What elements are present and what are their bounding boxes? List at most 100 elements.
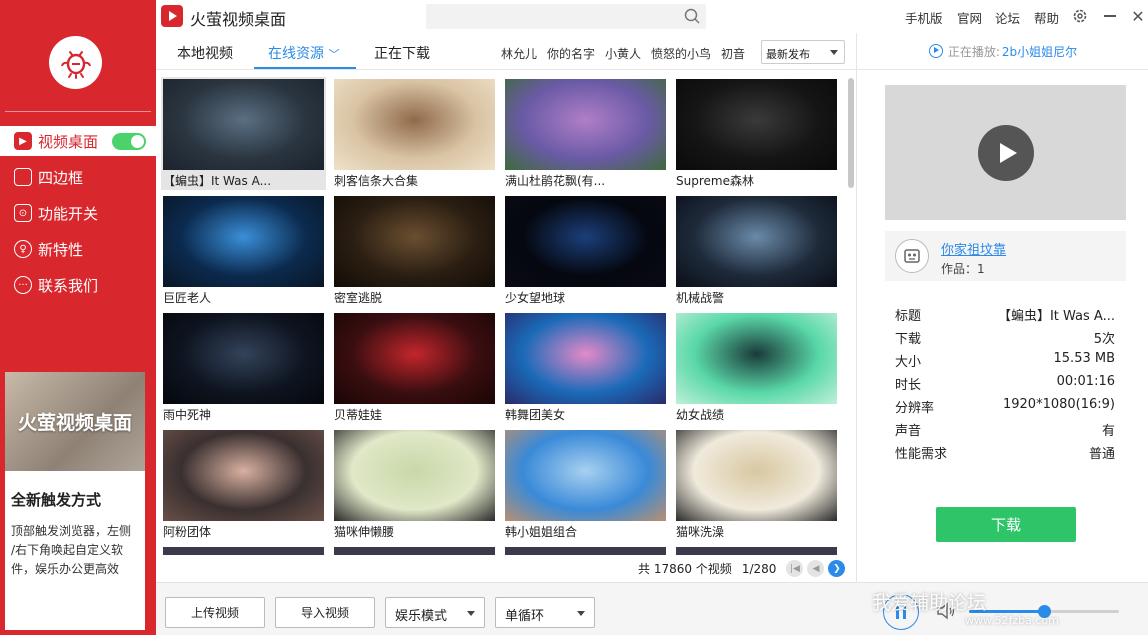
video-desktop-toggle[interactable]	[112, 133, 146, 150]
play-icon: ▶	[14, 132, 32, 150]
chevron-down-icon: ﹀	[328, 48, 340, 61]
tag-link[interactable]: 小黄人	[605, 45, 641, 62]
tab-bar: 本地视频 在线资源 ﹀ 正在下载 林允儿 你的名字 小黄人 愤怒的小鸟 初音 最…	[156, 33, 856, 70]
website-link[interactable]: 官网	[957, 8, 982, 27]
sidebar-item-border[interactable]: 四边框	[0, 162, 156, 192]
sort-select[interactable]: 最新发布	[761, 40, 845, 64]
video-preview[interactable]	[885, 85, 1126, 220]
video-thumbnail[interactable]	[676, 547, 837, 555]
play-icon[interactable]	[977, 124, 1034, 181]
gear-icon	[1073, 9, 1087, 23]
author-works: 作品：1	[941, 262, 985, 276]
video-thumbnail[interactable]	[163, 313, 324, 404]
sidebar-item-switches[interactable]: ⊙ 功能开关	[0, 198, 156, 228]
mode-select[interactable]: 娱乐模式	[385, 597, 485, 628]
tag-link[interactable]: 林允儿	[501, 45, 537, 62]
settings-button[interactable]	[1070, 6, 1090, 26]
prev-page-button[interactable]: ◀	[807, 560, 825, 577]
page-indicator: 1/280	[741, 561, 777, 576]
video-title[interactable]: 韩小姐姐组合	[505, 523, 666, 540]
video-title[interactable]: 雨中死神	[163, 406, 324, 423]
video-thumbnail[interactable]	[334, 79, 495, 170]
video-title[interactable]: 机械战警	[676, 289, 837, 306]
info-key: 声音	[895, 424, 922, 439]
bulb-icon: ♀	[14, 240, 32, 258]
video-thumbnail[interactable]	[505, 79, 666, 170]
watermark-url: www.52fzba.com	[965, 614, 1059, 627]
video-thumbnail[interactable]	[505, 196, 666, 287]
tab-online-resources[interactable]: 在线资源 ﹀	[268, 43, 339, 63]
info-value: 1920*1080(16:9)	[1002, 397, 1115, 412]
first-page-button[interactable]: |◀	[786, 560, 804, 577]
video-thumbnail[interactable]	[334, 430, 495, 521]
search-input[interactable]	[426, 4, 706, 29]
video-thumbnail[interactable]	[676, 430, 837, 521]
info-row: 大小 15.53 MB	[895, 351, 1115, 371]
app-title: 火萤视频桌面	[190, 10, 287, 29]
sidebar-item-contact[interactable]: ··· 联系我们	[0, 270, 156, 300]
tag-link[interactable]: 愤怒的小鸟	[651, 45, 711, 62]
video-title[interactable]: 韩舞团美女	[505, 406, 666, 423]
video-thumbnail[interactable]	[334, 313, 495, 404]
tag-link[interactable]: 你的名字	[547, 45, 595, 62]
now-playing-icon	[928, 44, 943, 58]
promo-line: 顶部触发浏览器，左侧	[11, 524, 132, 538]
video-thumbnail[interactable]	[505, 313, 666, 404]
video-title[interactable]: 密室逃脱	[334, 289, 495, 306]
volume-slider[interactable]	[969, 605, 1119, 618]
video-title[interactable]: 【蝙虫】It Was A...	[163, 172, 324, 189]
video-title[interactable]: Supreme森林	[676, 172, 837, 189]
import-video-button[interactable]: 导入视频	[275, 597, 375, 628]
sidebar-item-video-desktop[interactable]: ▶ 视频桌面	[0, 126, 156, 156]
forum-link[interactable]: 论坛	[995, 8, 1020, 27]
sidebar-item-label: 视频桌面	[38, 132, 99, 151]
video-title[interactable]: 满山杜鹃花飘(有...	[505, 172, 666, 189]
upload-video-button[interactable]: 上传视频	[165, 597, 265, 628]
help-link[interactable]: 帮助	[1034, 8, 1059, 27]
firefly-logo	[49, 36, 102, 89]
now-playing-bar: 正在播放: 2b小姐姐尼尔	[857, 33, 1148, 70]
grid-scrollbar[interactable]	[848, 78, 854, 188]
video-thumbnail[interactable]	[676, 313, 837, 404]
video-thumbnail[interactable]	[334, 196, 495, 287]
video-thumbnail[interactable]	[334, 547, 495, 555]
info-key: 性能需求	[895, 447, 948, 462]
video-thumbnail[interactable]	[505, 430, 666, 521]
video-title[interactable]: 幼女战绩	[676, 406, 837, 423]
video-title[interactable]: 阿粉团体	[163, 523, 324, 540]
tag-link[interactable]: 初音	[721, 45, 745, 62]
info-value: 15.53 MB	[1053, 351, 1115, 366]
video-title[interactable]: 刺客信条大合集	[334, 172, 495, 189]
video-thumbnail[interactable]	[163, 430, 324, 521]
download-button[interactable]: 下载	[936, 507, 1076, 542]
tab-downloading[interactable]: 正在下载	[374, 43, 430, 63]
mobile-link[interactable]: 手机版	[905, 8, 943, 27]
close-button[interactable]: ✕	[1128, 6, 1148, 26]
sidebar-item-features[interactable]: ♀ 新特性	[0, 234, 156, 264]
video-thumbnail[interactable]	[163, 79, 324, 170]
video-title[interactable]: 猫咪伸懒腰	[334, 523, 495, 540]
video-thumbnail[interactable]	[676, 196, 837, 287]
now-playing-label: 正在播放:	[947, 44, 1000, 59]
video-title[interactable]: 贝蒂娃娃	[334, 406, 495, 423]
promo-card[interactable]: 火萤视频桌面 全新触发方式 顶部触发浏览器，左侧 /右下角唤起自定义软 件，娱乐…	[5, 372, 145, 630]
minimize-button[interactable]	[1100, 6, 1120, 26]
video-thumbnail[interactable]	[505, 547, 666, 555]
next-page-button[interactable]: ❯	[828, 560, 846, 577]
video-thumbnail[interactable]	[676, 79, 837, 170]
video-title[interactable]: 少女望地球	[505, 289, 666, 306]
total-count: 共 17860 个视频	[638, 562, 732, 576]
avatar[interactable]	[895, 239, 929, 273]
video-title[interactable]: 猫咪洗澡	[676, 523, 837, 540]
video-title[interactable]: 巨匠老人	[163, 289, 324, 306]
robot-avatar-icon	[904, 249, 920, 263]
author-name[interactable]: 你家祖坟靠	[941, 239, 1006, 258]
tab-local-videos[interactable]: 本地视频	[177, 43, 233, 63]
sidebar-item-label: 功能开关	[38, 204, 99, 223]
search-icon[interactable]	[684, 8, 700, 24]
now-playing-title[interactable]: 2b小姐姐尼尔	[1002, 43, 1077, 60]
video-thumbnail[interactable]	[163, 196, 324, 287]
loop-select[interactable]: 单循环	[495, 597, 595, 628]
video-thumbnail[interactable]	[163, 547, 324, 555]
sidebar-item-label: 四边框	[38, 168, 84, 187]
